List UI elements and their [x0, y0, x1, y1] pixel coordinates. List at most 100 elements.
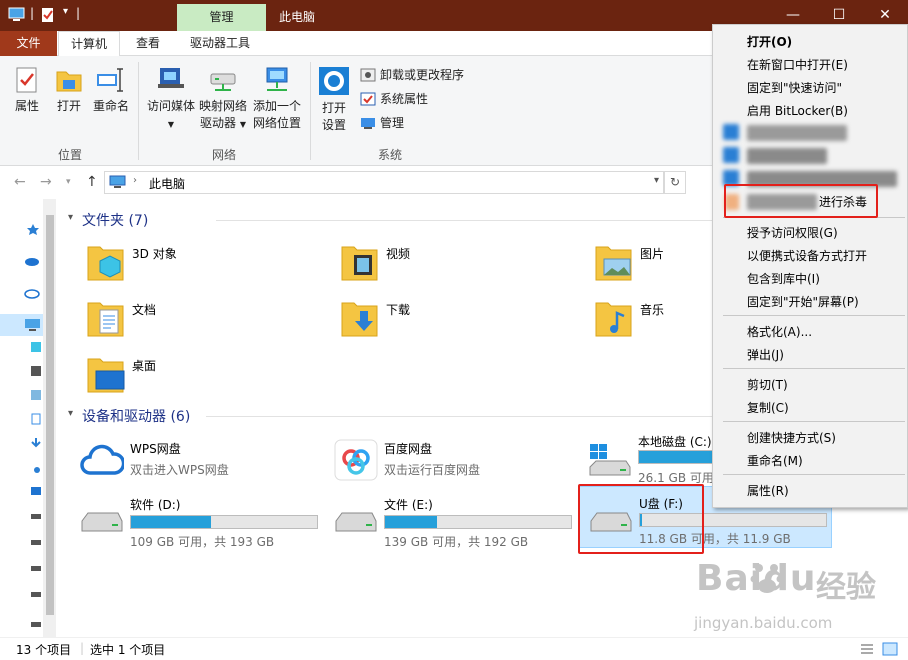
pictures-icon[interactable]	[30, 389, 42, 401]
collapse-chevron-icon[interactable]: ▾	[68, 408, 73, 419]
address-dropdown-icon[interactable]: ▾	[654, 175, 659, 186]
uninstall-program-button[interactable]: 卸载或更改程序	[360, 64, 464, 86]
menu-item-pin-start[interactable]: 固定到"开始"屏幕(P)	[747, 293, 859, 310]
wps-cloud-drive[interactable]: WPS网盘 双击进入WPS网盘	[78, 439, 328, 495]
gear-icon	[319, 67, 349, 95]
folder-videos[interactable]: 视频	[340, 241, 580, 295]
drive-usage-fill	[131, 516, 211, 528]
menu-item-cut[interactable]: 剪切(T)	[747, 376, 788, 393]
menu-item-rename[interactable]: 重命名(M)	[747, 452, 803, 469]
folder-documents[interactable]: 文档	[86, 297, 326, 351]
tab-drive-tools[interactable]: 驱动器工具	[178, 31, 262, 56]
highlight-usb-drive	[578, 484, 704, 554]
menu-item-include-library[interactable]: 包含到库中(I)	[747, 270, 820, 287]
quick-access-star-icon[interactable]	[26, 223, 40, 237]
properties-icon	[16, 67, 37, 93]
forward-button[interactable]: →	[40, 174, 52, 190]
drive-name: 软件 (D:)	[130, 498, 181, 512]
3d-objects-folder-icon	[87, 246, 124, 281]
menu-item-open-portable[interactable]: 以便携式设备方式打开	[747, 247, 867, 264]
access-media-button[interactable]: 访问媒体 ▼	[144, 66, 198, 133]
media-icon	[158, 68, 184, 88]
folder-3d-objects[interactable]: 3D 对象	[86, 241, 326, 295]
nav-scrollbar[interactable]	[43, 199, 56, 637]
rename-button[interactable]: 重命名	[90, 66, 132, 115]
up-button[interactable]: ↑	[86, 174, 98, 190]
quick-access-dropdown-icon[interactable]: ▾	[63, 6, 68, 17]
watermark-brand-cn: 经验	[816, 570, 876, 605]
dropdown-arrow-icon: ▼	[239, 120, 246, 129]
menu-item-open[interactable]: 打开(O)	[747, 33, 792, 50]
window-title: 此电脑	[279, 10, 316, 24]
back-button[interactable]: ←	[14, 174, 26, 190]
refresh-button[interactable]: ↻	[664, 171, 686, 194]
breadcrumb-arrow-icon: ›	[133, 175, 137, 186]
menu-item-create-shortcut[interactable]: 创建快捷方式(S)	[747, 429, 836, 446]
cloud-icon[interactable]	[24, 287, 40, 299]
watermark-url: jingyan.baidu.com	[694, 614, 833, 632]
open-button[interactable]: 打开	[52, 66, 86, 115]
windows-drive-icon	[589, 444, 631, 476]
drive-usage-bar	[130, 515, 318, 529]
drive-d[interactable]: 软件 (D:) 109 GB 可用，共 193 GB	[78, 495, 328, 551]
access-media-label: 访问媒体	[146, 99, 195, 113]
menu-item-bitlocker[interactable]: 启用 BitLocker(B)	[747, 102, 848, 119]
devices-section-header[interactable]: 设备和驱动器 (6)	[82, 406, 190, 426]
menu-item-pin-quick-access[interactable]: 固定到"快速访问"	[747, 79, 842, 96]
manage-label: 管理	[380, 116, 405, 130]
folder-desktop[interactable]: 桌面	[86, 353, 326, 407]
folder-name: 3D 对象	[132, 247, 177, 261]
music-icon[interactable]	[32, 463, 42, 473]
map-network-drive-button[interactable]: 映射网络 驱动器 ▼	[196, 66, 250, 133]
open-settings-label-2: 设置	[321, 118, 346, 132]
menu-item-properties[interactable]: 属性(R)	[747, 482, 789, 499]
documents-icon[interactable]	[30, 413, 42, 425]
onedrive-icon[interactable]	[24, 255, 40, 267]
section-divider	[206, 416, 716, 417]
video-icon[interactable]	[30, 365, 42, 377]
folder-downloads[interactable]: 下载	[340, 297, 580, 351]
drive-icon[interactable]	[30, 537, 42, 547]
menu-item-copy[interactable]: 复制(C)	[747, 399, 789, 416]
folder-name: 文档	[132, 303, 157, 317]
drive-free-space: 109 GB 可用，共 193 GB	[130, 535, 275, 549]
drive-icon[interactable]	[30, 563, 42, 573]
system-properties-button[interactable]: 系统属性	[360, 88, 428, 110]
tab-view[interactable]: 查看	[124, 31, 172, 56]
sidebar-item-this-pc[interactable]	[0, 314, 43, 336]
menu-item-grant-access[interactable]: 授予访问权限(G)	[747, 224, 838, 241]
manage-button[interactable]: 管理	[360, 112, 404, 134]
menu-item-eject[interactable]: 弹出(J)	[747, 346, 784, 363]
add-location-label-1: 添加一个	[252, 99, 301, 113]
group-network-label: 网络	[212, 148, 237, 162]
menu-item-format[interactable]: 格式化(A)...	[747, 323, 812, 340]
address-input[interactable]: › 此电脑 ▾	[104, 171, 664, 194]
drive-e[interactable]: 文件 (E:) 139 GB 可用，共 192 GB	[332, 495, 582, 551]
desktop-icon[interactable]	[30, 485, 42, 497]
details-view-icon[interactable]	[860, 643, 874, 655]
drive-icon[interactable]	[30, 511, 42, 521]
hard-drive-icon	[81, 512, 123, 532]
collapse-chevron-icon[interactable]: ▾	[68, 212, 73, 223]
recent-locations-icon[interactable]: ▾	[66, 177, 71, 187]
blurred-icon	[723, 124, 739, 140]
drive-icon[interactable]	[30, 619, 42, 629]
3d-objects-icon[interactable]	[30, 341, 42, 353]
large-icons-view-icon[interactable]	[882, 642, 898, 656]
drive-icon[interactable]	[30, 589, 42, 599]
baidu-cloud-drive[interactable]: 百度网盘 双击运行百度网盘	[332, 439, 582, 495]
tab-manage-context[interactable]: 管理	[177, 4, 266, 31]
menu-separator	[723, 368, 905, 369]
tab-file[interactable]: 文件	[0, 31, 57, 56]
downloads-icon[interactable]	[30, 437, 42, 449]
nav-scroll-thumb[interactable]	[46, 215, 54, 615]
add-network-location-button[interactable]: 添加一个 网络位置	[250, 66, 304, 132]
menu-item-open-new-window[interactable]: 在新窗口中打开(E)	[747, 56, 848, 73]
properties-quick-icon[interactable]	[40, 7, 56, 23]
menu-item-obscured-2[interactable]	[713, 144, 908, 166]
tab-computer[interactable]: 计算机	[58, 31, 121, 57]
open-settings-button[interactable]: 打开 设置	[316, 66, 352, 134]
menu-item-obscured-1[interactable]	[713, 121, 908, 143]
folders-section-header[interactable]: 文件夹 (7)	[82, 210, 148, 230]
properties-button[interactable]: 属性	[10, 66, 44, 115]
